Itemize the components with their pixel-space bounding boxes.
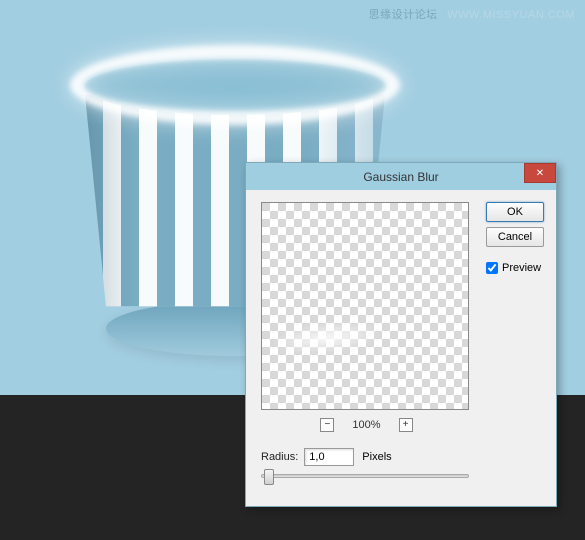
- zoom-controls: − 100% +: [261, 418, 472, 432]
- preview-checkbox-label: Preview: [502, 262, 541, 274]
- preview-box[interactable]: [261, 202, 469, 410]
- watermark: 思缘设计论坛 WWW.MISSYUAN.COM: [369, 6, 575, 22]
- ok-button-label: OK: [507, 206, 523, 218]
- watermark-cn: 思缘设计论坛: [369, 9, 438, 21]
- cancel-button-label: Cancel: [498, 231, 532, 243]
- preview-checkbox[interactable]: [486, 262, 498, 274]
- slider-thumb[interactable]: [264, 469, 274, 485]
- radius-row: Radius: Pixels: [261, 448, 472, 466]
- radius-input[interactable]: [304, 448, 354, 466]
- radius-unit: Pixels: [362, 451, 391, 463]
- preview-content: [271, 318, 383, 357]
- ok-button[interactable]: OK: [486, 202, 544, 222]
- minus-icon: −: [325, 420, 331, 430]
- plus-icon: +: [403, 420, 409, 430]
- preview-column: − 100% + Radius: Pixels: [261, 202, 472, 478]
- zoom-in-button[interactable]: +: [399, 418, 413, 432]
- cup-rim: [70, 45, 400, 125]
- dialog-titlebar[interactable]: Gaussian Blur ✕: [246, 163, 556, 190]
- radius-slider[interactable]: [261, 474, 469, 478]
- zoom-level: 100%: [352, 419, 380, 431]
- preview-checkbox-row[interactable]: Preview: [486, 262, 544, 274]
- dialog-buttons-column: OK Cancel Preview: [486, 202, 544, 478]
- radius-label: Radius:: [261, 451, 298, 463]
- zoom-out-button[interactable]: −: [320, 418, 334, 432]
- dialog-body: − 100% + Radius: Pixels OK Cancel: [246, 190, 556, 490]
- cancel-button[interactable]: Cancel: [486, 227, 544, 247]
- cup-shade-left: [85, 95, 135, 335]
- gaussian-blur-dialog: Gaussian Blur ✕ − 100% + Radius: Pixels: [245, 162, 557, 507]
- close-button[interactable]: ✕: [524, 163, 556, 183]
- close-icon: ✕: [536, 168, 544, 179]
- watermark-url: WWW.MISSYUAN.COM: [447, 9, 575, 21]
- dialog-title: Gaussian Blur: [363, 170, 438, 184]
